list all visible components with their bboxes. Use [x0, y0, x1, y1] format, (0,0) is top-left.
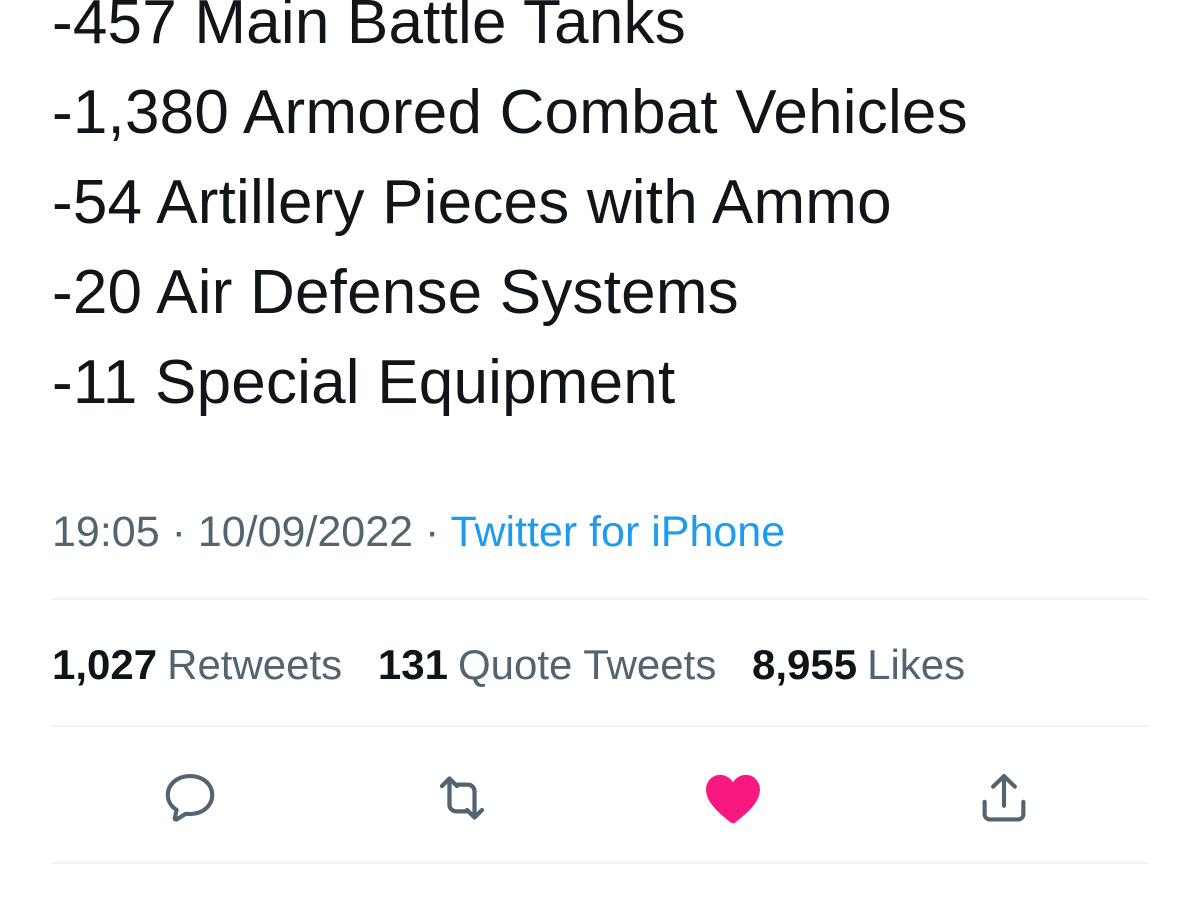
tweet-actions [0, 762, 1200, 834]
retweet-icon [439, 776, 485, 820]
likes-count: 8,955 [752, 641, 858, 688]
divider [52, 598, 1148, 600]
tweet-meta: 19:05 · 10/09/2022 · Twitter for iPhone [52, 505, 785, 559]
likes-label: Likes [867, 641, 966, 688]
retweets-stat[interactable]: 1,027 Retweets [52, 638, 342, 692]
likes-stat[interactable]: 8,955 Likes [752, 638, 965, 692]
quote-tweets-stat[interactable]: 131 Quote Tweets [378, 638, 716, 692]
tweet-line: -20 Air Defense Systems [52, 258, 739, 327]
bottom-area [0, 864, 1200, 900]
heart-icon [706, 774, 760, 824]
tweet-date[interactable]: 10/09/2022 [198, 508, 413, 556]
tweet-line: -54 Artillery Pieces with Ammo [52, 168, 892, 237]
retweet-button[interactable] [426, 762, 498, 834]
tweet-line: -457 Main Battle Tanks [52, 0, 686, 57]
share-icon [982, 773, 1026, 822]
engagement-stats: 1,027 Retweets 131 Quote Tweets 8,955 Likes [52, 638, 989, 692]
reply-icon [165, 773, 215, 822]
quote-tweets-count: 131 [377, 641, 448, 688]
reply-button[interactable] [154, 762, 226, 834]
tweet-line: -11 Special Equipment [52, 348, 676, 417]
retweets-count: 1,027 [52, 641, 158, 688]
tweet-text: -457 Main Battle Tanks -1,380 Armored Co… [52, 0, 1152, 428]
share-button[interactable] [968, 762, 1040, 834]
meta-separator: · [425, 508, 440, 556]
like-button[interactable] [697, 762, 769, 834]
meta-separator: · [171, 508, 186, 556]
quote-tweets-label: Quote Tweets [457, 641, 717, 688]
retweets-label: Retweets [167, 641, 343, 688]
tweet-time[interactable]: 19:05 [52, 508, 160, 556]
tweet-line: -1,380 Armored Combat Vehicles [52, 78, 968, 147]
tweet-source-link[interactable]: Twitter for iPhone [451, 508, 786, 556]
divider [52, 725, 1148, 727]
